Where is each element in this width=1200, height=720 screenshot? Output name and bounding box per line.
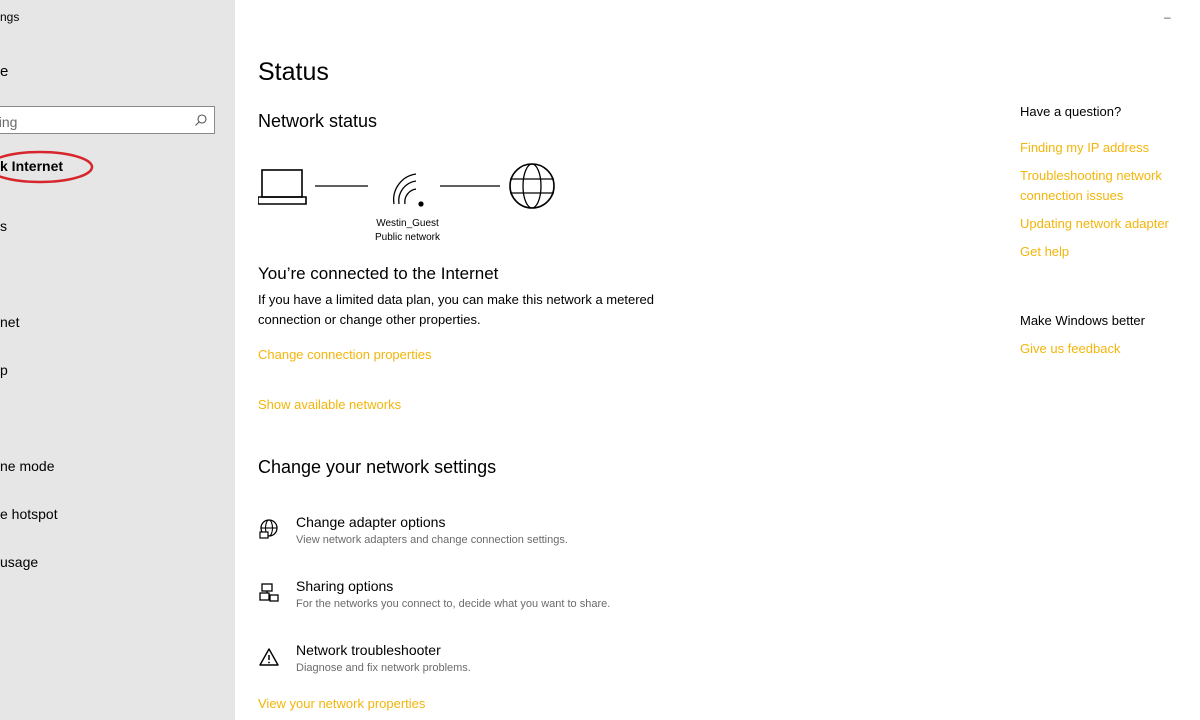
home-item[interactable]: e	[0, 63, 8, 80]
sidebar-item-ethernet[interactable]: net	[0, 314, 19, 330]
laptop-icon	[258, 169, 307, 205]
page-title: Status	[258, 58, 329, 86]
change-adapter-options[interactable]: Change adapter options View network adap…	[258, 514, 758, 554]
network-troubleshooter[interactable]: Network troubleshooter Diagnose and fix …	[258, 642, 758, 682]
network-label: Westin_Guest Public network	[350, 217, 465, 245]
network-name: Westin_Guest	[376, 218, 439, 229]
sharing-options[interactable]: Sharing options For the networks you con…	[258, 578, 758, 618]
connected-heading: You’re connected to the Internet	[258, 264, 499, 283]
sidebar-item-mobile-hotspot[interactable]: e hotspot	[0, 506, 58, 522]
change-connection-properties-link[interactable]: Change connection properties	[258, 347, 431, 362]
wifi-icon	[393, 173, 424, 207]
option-description: Diagnose and fix network problems.	[296, 662, 471, 674]
network-type: Public network	[374, 232, 441, 243]
search-icon[interactable]	[194, 113, 208, 127]
better-heading: Make Windows better	[1020, 313, 1145, 328]
option-title: Change adapter options	[296, 514, 446, 530]
sharing-icon	[259, 583, 279, 602]
sidebar-item-dialup[interactable]: p	[0, 362, 8, 378]
option-description: For the networks you connect to, decide …	[296, 598, 611, 610]
warning-icon	[259, 648, 279, 666]
globe-icon	[509, 163, 555, 209]
search-input[interactable]: tting	[0, 114, 17, 130]
updating-adapter-link[interactable]: Updating network adapter	[1020, 214, 1200, 234]
adapter-icon	[259, 519, 278, 539]
view-network-properties-link[interactable]: View your network properties	[258, 696, 425, 711]
question-heading: Have a question?	[1020, 104, 1122, 119]
option-title: Network troubleshooter	[296, 642, 441, 658]
sidebar-item-airplane-mode[interactable]: ne mode	[0, 458, 54, 474]
show-available-networks-link[interactable]: Show available networks	[258, 397, 401, 412]
sidebar: ngs e tting k Internet s net p ne mode e…	[0, 0, 235, 720]
connected-body: If you have a limited data plan, you can…	[258, 292, 654, 327]
minimize-button[interactable]: –	[1164, 10, 1174, 24]
option-description: View network adapters and change connect…	[296, 534, 568, 546]
window-title: ngs	[0, 10, 20, 24]
network-status-heading: Network status	[258, 111, 378, 131]
change-settings-heading: Change your network settings	[258, 457, 497, 477]
sidebar-item-data-usage[interactable]: usage	[0, 554, 38, 570]
finding-ip-link[interactable]: Finding my IP address	[1020, 138, 1200, 158]
annotation-circle	[0, 150, 94, 184]
troubleshooting-link[interactable]: Troubleshooting network connection issue…	[1020, 166, 1200, 206]
option-title: Sharing options	[296, 578, 394, 594]
get-help-link[interactable]: Get help	[1020, 242, 1200, 262]
search-box[interactable]: tting	[0, 106, 215, 134]
sidebar-item[interactable]: s	[0, 218, 7, 234]
feedback-link[interactable]: Give us feedback	[1020, 339, 1200, 359]
